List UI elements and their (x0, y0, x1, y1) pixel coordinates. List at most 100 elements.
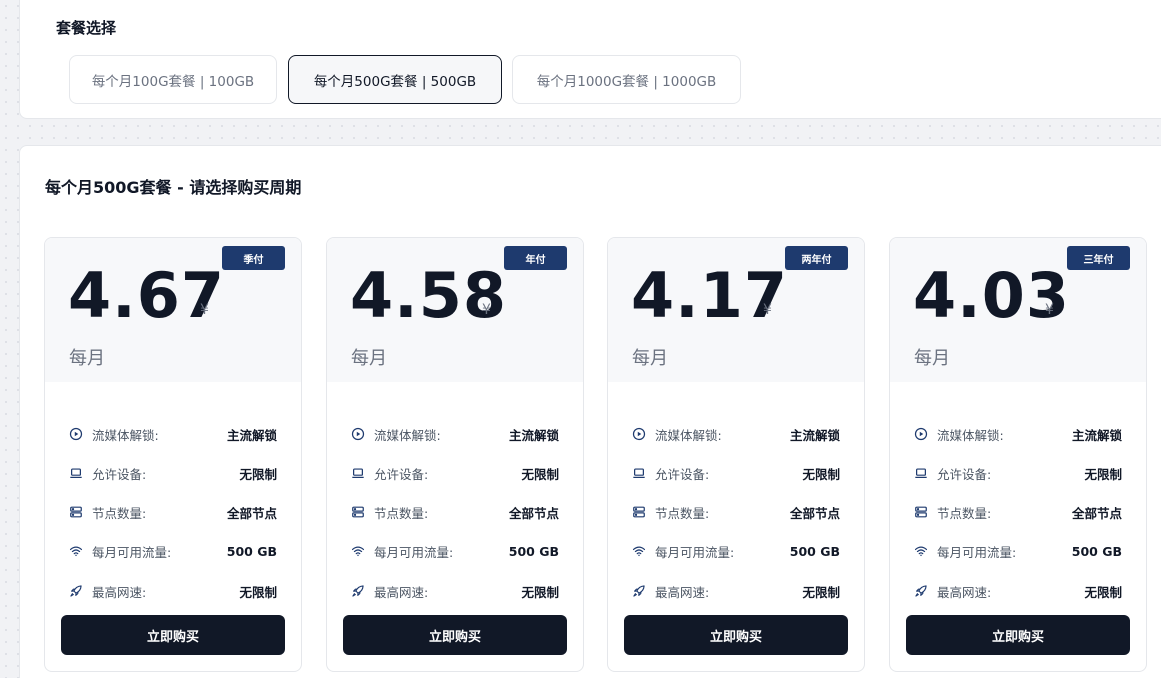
feature-row: 允许设备: 无限制 (69, 463, 277, 483)
plan-tab-1000g[interactable]: 每个月1000G套餐 | 1000GB (512, 55, 741, 104)
rocket-icon (632, 584, 646, 598)
rocket-icon (69, 584, 83, 598)
wifi-icon (632, 544, 646, 558)
feature-row: 流媒体解锁: 主流解锁 (69, 424, 277, 444)
play-circle-icon (351, 427, 365, 441)
feature-row: 流媒体解锁: 主流解锁 (351, 424, 559, 444)
feature-value: 500 GB (508, 543, 559, 559)
server-icon (632, 505, 646, 519)
buy-now-button[interactable]: 立即购买 (343, 615, 567, 655)
buy-now-button[interactable]: 立即购买 (61, 615, 285, 655)
feature-row: 最高网速: 无限制 (914, 581, 1122, 601)
feature-value: 全部节点 (226, 505, 277, 521)
server-icon (351, 505, 365, 519)
feature-value: 全部节点 (508, 505, 559, 521)
price-period: 每月 (69, 348, 105, 369)
buy-now-button[interactable]: 立即购买 (624, 615, 848, 655)
feature-row: 节点数量: 全部节点 (351, 502, 559, 522)
feature-row: 节点数量: 全部节点 (632, 502, 840, 522)
feature-row: 最高网速: 无限制 (632, 581, 840, 601)
feature-value: 500 GB (1071, 543, 1122, 559)
feature-row: 允许设备: 无限制 (914, 463, 1122, 483)
feature-value: 主流解锁 (789, 427, 840, 443)
currency-symbol: ¥ (200, 302, 209, 318)
feature-label: 最高网速: (937, 584, 992, 600)
feature-value: 无限制 (239, 466, 277, 482)
feature-row: 最高网速: 无限制 (69, 581, 277, 601)
billing-cycle-title: 每个月500G套餐 - 请选择购买周期 (45, 178, 302, 197)
feature-row: 每月可用流量: 500 GB (351, 541, 559, 561)
billing-cycle-badge: 季付 (222, 246, 285, 270)
plan-tab-100g[interactable]: 每个月100G套餐 | 100GB (69, 55, 277, 104)
pricing-card: 季付 4.67 ¥ 每月 流媒体解锁: 主流解锁 允许设备: 无限制 节点数量: 全部节点 每月可用… (44, 237, 302, 672)
feature-value: 无限制 (521, 466, 559, 482)
feature-value: 主流解锁 (1071, 427, 1122, 443)
price-value: 4.67 (68, 259, 225, 332)
feature-label: 每月可用流量: (374, 544, 454, 560)
feature-row: 流媒体解锁: 主流解锁 (632, 424, 840, 444)
feature-label: 节点数量: (937, 505, 992, 521)
plan-tab-500g[interactable]: 每个月500G套餐 | 500GB (288, 55, 502, 104)
price-header: 年付 4.58 ¥ 每月 (327, 238, 583, 382)
price-period: 每月 (632, 348, 668, 369)
feature-label: 流媒体解锁: (92, 427, 159, 443)
feature-label: 节点数量: (374, 505, 429, 521)
feature-value: 无限制 (1084, 584, 1122, 600)
feature-value: 无限制 (802, 466, 840, 482)
feature-value: 500 GB (789, 543, 840, 559)
wifi-icon (351, 544, 365, 558)
play-circle-icon (914, 427, 928, 441)
feature-row: 允许设备: 无限制 (351, 463, 559, 483)
billing-cycle-badge: 年付 (504, 246, 567, 270)
price-value: 4.03 (913, 259, 1070, 332)
feature-value: 主流解锁 (226, 427, 277, 443)
feature-label: 每月可用流量: (655, 544, 735, 560)
billing-cycle-panel: 每个月500G套餐 - 请选择购买周期 季付 4.67 ¥ 每月 流媒体解锁: 主流解锁允… (19, 145, 1161, 678)
feature-value: 无限制 (1084, 466, 1122, 482)
pricing-card: 年付 4.58 ¥ 每月 流媒体解锁: 主流解锁 允许设备: 无限制 节点数量: 全部节点 每月可用… (326, 237, 584, 672)
server-icon (69, 505, 83, 519)
feature-row: 每月可用流量: 500 GB (69, 541, 277, 561)
price-header: 三年付 4.03 ¥ 每月 (890, 238, 1146, 382)
feature-label: 每月可用流量: (937, 544, 1017, 560)
rocket-icon (351, 584, 365, 598)
wifi-icon (69, 544, 83, 558)
laptop-icon (914, 466, 928, 480)
pricing-card: 三年付 4.03 ¥ 每月 流媒体解锁: 主流解锁 允许设备: 无限制 节点数量: 全部节点 每月可… (889, 237, 1147, 672)
billing-cycle-badge: 三年付 (1067, 246, 1130, 270)
feature-label: 节点数量: (655, 505, 710, 521)
feature-value: 主流解锁 (508, 427, 559, 443)
price-value: 4.58 (350, 259, 507, 332)
buy-now-button[interactable]: 立即购买 (906, 615, 1130, 655)
billing-cycle-badge: 两年付 (785, 246, 848, 270)
feature-label: 允许设备: (937, 466, 992, 482)
rocket-icon (914, 584, 928, 598)
feature-label: 允许设备: (374, 466, 429, 482)
feature-row: 节点数量: 全部节点 (69, 502, 277, 522)
currency-symbol: ¥ (482, 302, 491, 318)
price-header: 两年付 4.17 ¥ 每月 (608, 238, 864, 382)
price-period: 每月 (914, 348, 950, 369)
price-period: 每月 (351, 348, 387, 369)
feature-label: 流媒体解锁: (374, 427, 441, 443)
feature-row: 允许设备: 无限制 (632, 463, 840, 483)
wifi-icon (914, 544, 928, 558)
feature-row: 节点数量: 全部节点 (914, 502, 1122, 522)
feature-label: 允许设备: (92, 466, 147, 482)
feature-label: 最高网速: (92, 584, 147, 600)
feature-value: 全部节点 (789, 505, 840, 521)
price-value: 4.17 (631, 259, 788, 332)
laptop-icon (351, 466, 365, 480)
feature-label: 最高网速: (374, 584, 429, 600)
feature-label: 最高网速: (655, 584, 710, 600)
feature-value: 无限制 (802, 584, 840, 600)
server-icon (914, 505, 928, 519)
feature-value: 500 GB (226, 543, 277, 559)
feature-label: 允许设备: (655, 466, 710, 482)
feature-label: 流媒体解锁: (655, 427, 722, 443)
feature-label: 每月可用流量: (92, 544, 172, 560)
feature-value: 无限制 (239, 584, 277, 600)
feature-value: 无限制 (521, 584, 559, 600)
feature-row: 每月可用流量: 500 GB (632, 541, 840, 561)
laptop-icon (69, 466, 83, 480)
